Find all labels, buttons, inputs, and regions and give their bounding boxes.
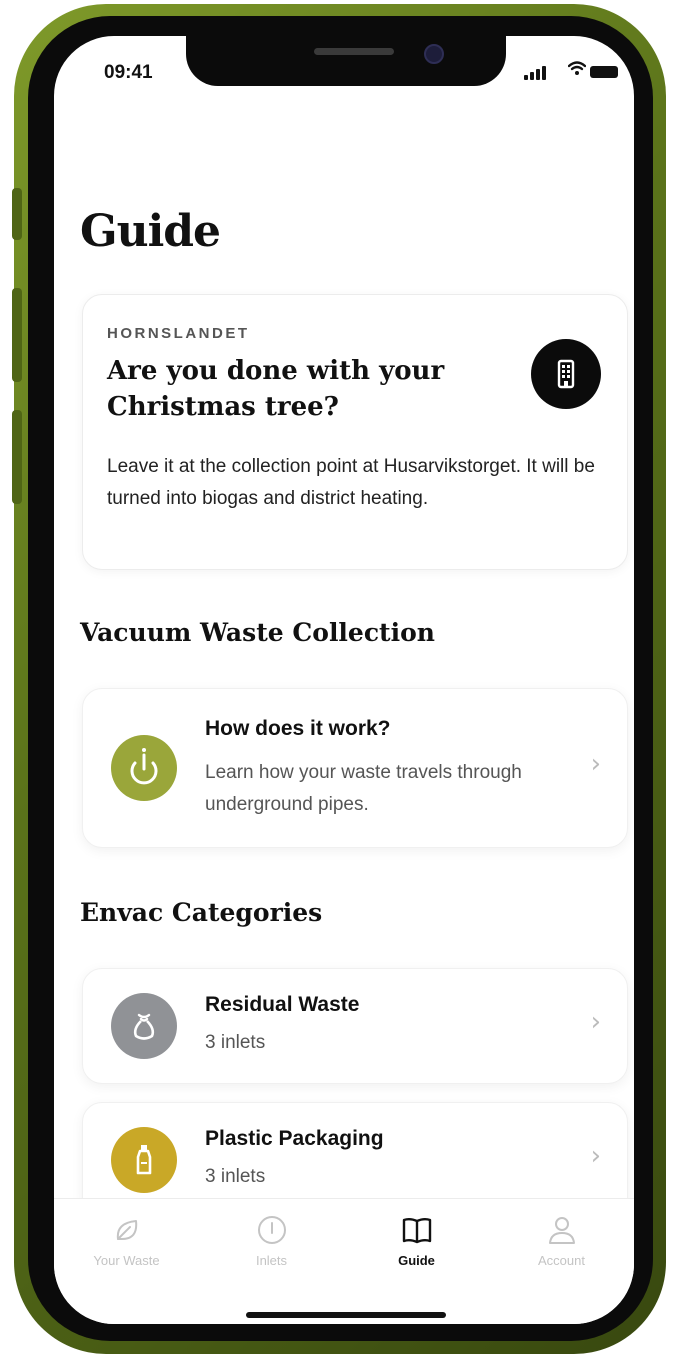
tab-label: Account — [538, 1253, 585, 1268]
bottle-icon — [111, 1127, 177, 1193]
front-camera — [424, 44, 444, 64]
section-title-vacuum: Vacuum Waste Collection — [80, 618, 435, 647]
chevron-right-icon: › — [590, 749, 601, 779]
status-time: 09:41 — [104, 62, 153, 83]
tab-account[interactable]: Account — [489, 1199, 634, 1289]
how-it-works-title: How does it work? — [205, 717, 391, 740]
notice-title: Are you done with your Christmas tree? — [107, 356, 445, 422]
chevron-right-icon: › — [590, 1141, 601, 1171]
leaf-icon — [116, 1220, 138, 1240]
person-icon — [549, 1217, 575, 1244]
battery-icon — [590, 66, 618, 78]
category-title: Plastic Packaging — [205, 1127, 384, 1150]
volume-down-button — [12, 410, 22, 504]
category-title: Residual Waste — [205, 993, 360, 1016]
tab-label: Guide — [398, 1253, 435, 1268]
building-icon — [531, 339, 601, 409]
tab-guide[interactable]: Guide — [344, 1199, 489, 1289]
tab-inlets[interactable]: Inlets — [199, 1199, 344, 1289]
tab-your-waste[interactable]: Your Waste — [54, 1199, 199, 1289]
status-icons — [524, 61, 634, 80]
section-title-categories: Envac Categories — [80, 898, 323, 927]
wifi-icon — [568, 61, 586, 75]
notice-area: HORNSLANDET — [107, 325, 250, 342]
tab-label: Your Waste — [93, 1253, 160, 1268]
category-inlets: 3 inlets — [205, 1166, 266, 1187]
category-item-residual-waste[interactable]: Residual Waste 3 inlets › — [82, 968, 628, 1084]
home-indicator[interactable] — [246, 1312, 446, 1318]
notice-body: Leave it at the collection point at Husa… — [107, 456, 595, 509]
notice-card[interactable]: HORNSLANDET Are you done with your Chris… — [82, 294, 628, 570]
tab-label: Inlets — [255, 1253, 288, 1268]
phone-screen: 09:41 Guide HORNSLANDET Are you done wit… — [54, 36, 634, 1324]
mute-switch — [12, 188, 22, 240]
power-icon — [111, 735, 177, 801]
how-it-works-subtitle: Learn how your waste travels through und… — [205, 762, 522, 815]
inlet-icon — [258, 1216, 286, 1244]
notch — [186, 36, 506, 86]
volume-up-button — [12, 288, 22, 382]
waste-bag-icon — [111, 993, 177, 1059]
tab-bar: Your Waste Inlets Guide Account — [54, 1198, 634, 1324]
how-it-works-card[interactable]: How does it work? Learn how your waste t… — [82, 688, 628, 848]
category-inlets: 3 inlets — [205, 1032, 266, 1053]
chevron-right-icon: › — [590, 1007, 601, 1037]
speaker-grille — [314, 48, 394, 55]
book-icon — [402, 1218, 432, 1244]
page-title: Guide — [80, 206, 221, 257]
